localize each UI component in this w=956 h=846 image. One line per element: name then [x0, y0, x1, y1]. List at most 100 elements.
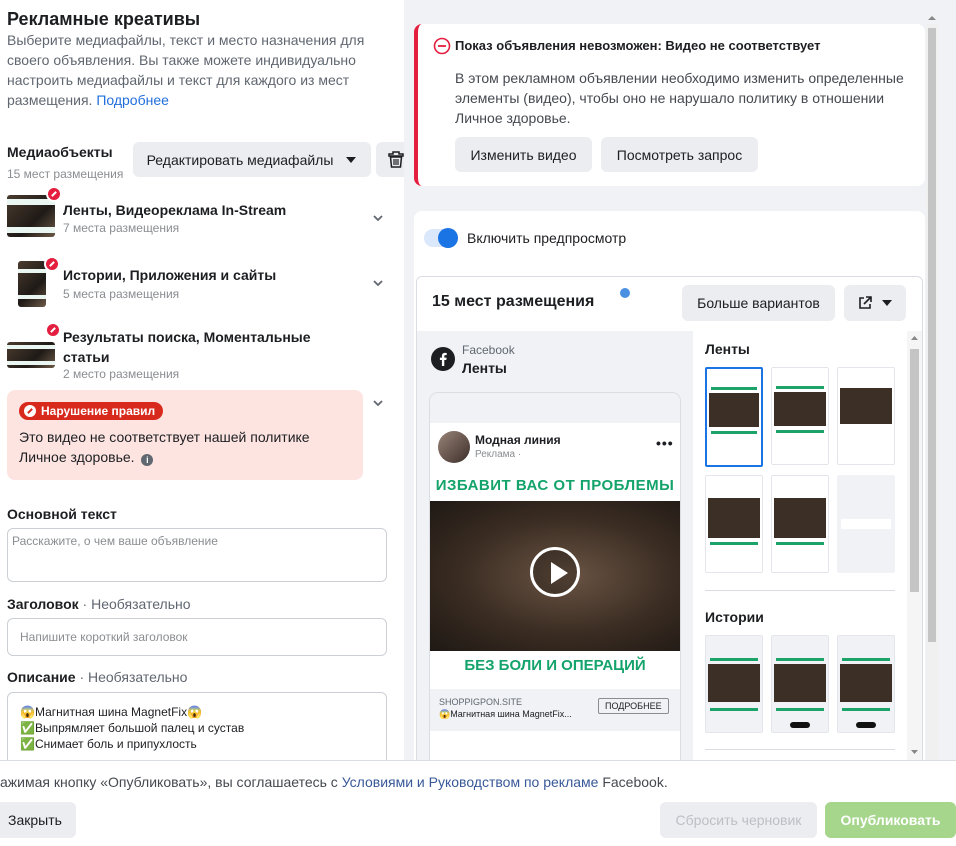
edit-media-label: Редактировать медиафайлы	[146, 151, 334, 168]
violation-message: Это видео не соответствует нашей политик…	[19, 429, 310, 465]
play-icon[interactable]	[530, 547, 580, 597]
scrollbar-thumb[interactable]	[928, 28, 936, 642]
cta-button[interactable]: ПОДРОБНЕЕ	[598, 698, 669, 714]
panel-scrollbar[interactable]	[926, 24, 938, 760]
primary-text-label: Основной текст	[7, 506, 117, 522]
ad-creative: ИЗБАВИТ ВАС ОТ ПРОБЛЕМЫ БЕЗ БОЛИ И ОПЕРА…	[430, 473, 680, 679]
ad-domain: SHOPPIGPON.SITE	[439, 697, 523, 707]
more-options-button[interactable]: Больше вариантов	[682, 285, 835, 321]
primary-text-field[interactable]: Расскажите, о чем ваше объявление	[7, 528, 387, 582]
headline-label: Заголовок · Необязательно	[7, 596, 191, 612]
caret-down-icon	[882, 299, 892, 306]
placement-thumbnail[interactable]	[771, 635, 829, 733]
placement-thumbnail[interactable]	[771, 367, 829, 465]
media-label: Медиаобъекты	[7, 144, 113, 160]
feeds-section-label: Ленты	[705, 341, 750, 357]
feed-preview-area: Facebook Ленты Модная линия Реклама · ••…	[417, 331, 693, 760]
description-field[interactable]: 😱Магнитная шина MagnetFix😱 ✅Выпрямляет б…	[7, 692, 387, 760]
policy-alert-card: Показ объявления невозможен: Видео не со…	[414, 24, 925, 186]
placement-thumbnail-selected[interactable]	[705, 367, 763, 467]
trash-icon	[388, 151, 404, 168]
sponsored-label: Реклама ·	[475, 449, 522, 460]
placement-group-feeds[interactable]: Ленты, Видеореклама In-Stream 7 места ра…	[0, 186, 400, 244]
terms-suffix: Facebook.	[602, 774, 668, 790]
placements-title: 15 мест размещения	[432, 293, 595, 310]
media-thumbnail	[18, 261, 46, 307]
creative-headline-top: ИЗБАВИТ ВАС ОТ ПРОБЛЕМЫ	[435, 477, 675, 494]
creatives-intro: Выберите медиафайлы, текст и место назна…	[7, 30, 387, 110]
footer: ажимая кнопку «Опубликовать», вы соглаша…	[0, 760, 956, 846]
open-preview-button[interactable]	[844, 285, 906, 321]
policy-violation-box: Нарушение правил Это видео не соответств…	[7, 390, 363, 480]
placement-thumbnail[interactable]	[837, 635, 895, 733]
preview-panel: Показ объявления невозможен: Видео не со…	[404, 0, 956, 760]
creative-headline-bottom: БЕЗ БОЛИ И ОПЕРАЦИЙ	[464, 657, 646, 674]
edit-media-button[interactable]: Редактировать медиафайлы	[133, 142, 371, 177]
delete-media-button[interactable]	[376, 142, 404, 177]
page-name: Модная линия	[475, 433, 561, 447]
chevron-down-icon[interactable]	[373, 213, 383, 223]
ad-preview-post: Модная линия Реклама · ••• ИЗБАВИТ ВАС О…	[430, 393, 680, 760]
placement-group-stories[interactable]: Истории, Приложения и сайты 5 места разм…	[0, 255, 400, 311]
creatives-title: Рекламные креативы	[7, 9, 201, 29]
creative-video	[430, 501, 680, 651]
placement-thumbnail[interactable]	[837, 475, 895, 573]
placement-thumbnail[interactable]	[771, 475, 829, 573]
scroll-up-icon[interactable]	[926, 14, 938, 22]
media-count: 15 мест размещения	[7, 167, 124, 181]
page-avatar	[438, 431, 470, 463]
prohibited-icon	[44, 256, 60, 272]
alert-title: Показ объявления невозможен: Видео не со…	[455, 38, 821, 53]
discard-draft-button[interactable]: Сбросить черновик	[660, 802, 817, 838]
ad-link-description: 😱Магнитная шина MagnetFix...	[439, 709, 572, 719]
group-title: Истории, Приложения и сайты	[63, 267, 277, 283]
terms-text: ажимая кнопку «Опубликовать», вы соглаша…	[0, 774, 668, 790]
preview-network: Facebook	[462, 343, 515, 357]
primary-text-placeholder: Расскажите, о чем ваше объявление	[12, 534, 218, 548]
caret-down-icon	[346, 156, 357, 163]
facebook-logo-icon	[431, 347, 455, 371]
group-title: Результаты поиска, Моментальные статьи	[63, 329, 311, 365]
media-thumbnail	[7, 195, 55, 237]
placements-box: 15 мест размещения Больше вариантов Face…	[416, 276, 923, 760]
violation-badge: Нарушение правил	[19, 402, 164, 420]
learn-more-link[interactable]: Подробнее	[96, 92, 169, 108]
placement-group-search[interactable]: Результаты поиска, Моментальные статьи 2…	[0, 320, 400, 384]
optional-tag: · Необязательно	[79, 669, 188, 685]
prohibited-icon	[24, 405, 36, 417]
violation-badge-label: Нарушение правил	[41, 404, 156, 418]
preview-toggle-label: Включить предпросмотр	[467, 230, 627, 246]
group-count: 5 места размещения	[63, 287, 180, 301]
ad-link-bar[interactable]: SHOPPIGPON.SITE 😱Магнитная шина MagnetFi…	[430, 689, 680, 731]
scrollbar-thumb[interactable]	[910, 349, 919, 592]
change-video-button[interactable]: Изменить видео	[455, 137, 592, 172]
chevron-down-icon[interactable]	[373, 278, 383, 288]
terms-link[interactable]: Условиями и Руководством по рекламе	[342, 774, 599, 790]
scroll-up-icon[interactable]	[910, 335, 919, 341]
headline-field[interactable]: Напишите короткий заголовок	[7, 618, 387, 656]
creatives-panel: Рекламные креативы Выберите медиафайлы, …	[0, 0, 404, 760]
scroll-down-icon[interactable]	[910, 749, 919, 755]
publish-button[interactable]: Опубликовать	[825, 802, 956, 838]
placement-thumbnail[interactable]	[837, 367, 895, 465]
group-count: 2 место размещения	[63, 367, 180, 381]
preview-card: Включить предпросмотр 15 мест размещения…	[414, 211, 925, 760]
placement-thumbnail[interactable]	[705, 475, 763, 573]
description-line: 😱Магнитная шина MagnetFix😱	[20, 705, 203, 719]
placements-scrollbar[interactable]	[907, 331, 922, 760]
error-icon	[433, 37, 451, 55]
chevron-down-icon[interactable]	[373, 398, 383, 408]
description-label: Описание · Необязательно	[7, 669, 187, 685]
placement-thumbnails: Ленты Истории	[693, 331, 907, 760]
info-icon[interactable]: i	[141, 454, 154, 466]
more-options-icon[interactable]: •••	[656, 435, 674, 451]
optional-tag: · Необязательно	[82, 596, 191, 612]
stories-section-label: Истории	[705, 609, 764, 625]
new-indicator-dot	[620, 288, 630, 298]
placement-thumbnail[interactable]	[705, 635, 763, 733]
violation-text: Это видео не соответствует нашей политик…	[19, 427, 329, 467]
description-line: ✅Выпрямляет большой палец и сустав	[20, 721, 245, 735]
view-request-button[interactable]: Посмотреть запрос	[601, 137, 758, 172]
close-button[interactable]: Закрыть	[0, 802, 76, 838]
preview-toggle[interactable]	[424, 228, 458, 248]
